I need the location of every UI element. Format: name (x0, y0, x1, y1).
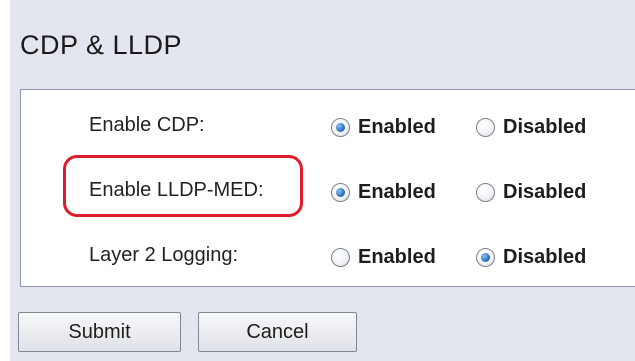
cdp-disabled-label[interactable]: Disabled (503, 116, 586, 139)
cdp-disabled-radio[interactable] (476, 117, 495, 137)
lldp-med-highlight-callout (63, 155, 303, 217)
setting-row-cdp: Enable CDP: Enabled Disabled (21, 106, 635, 146)
lldp-med-disabled-label[interactable]: Disabled (503, 181, 586, 204)
layer2-logging-disabled-option[interactable]: Disabled (476, 243, 586, 271)
setting-label-layer2-logging: Layer 2 Logging: (89, 244, 239, 266)
submit-button[interactable]: Submit (18, 312, 181, 352)
settings-page: CDP & LLDP Enable CDP: Enabled Disabled … (10, 0, 635, 361)
cancel-button[interactable]: Cancel (198, 312, 357, 352)
lldp-med-disabled-radio[interactable] (476, 182, 495, 202)
cdp-enabled-label[interactable]: Enabled (358, 116, 436, 139)
cdp-disabled-option[interactable]: Disabled (476, 113, 586, 141)
layer2-logging-enabled-label[interactable]: Enabled (358, 246, 436, 269)
lldp-med-enabled-option[interactable]: Enabled (331, 178, 436, 206)
page-title: CDP & LLDP (20, 30, 183, 60)
setting-label-cdp: Enable CDP: (89, 114, 205, 136)
cdp-enabled-radio[interactable] (331, 117, 350, 137)
setting-row-layer2-logging: Layer 2 Logging: Enabled Disabled (21, 236, 635, 276)
lldp-med-enabled-radio[interactable] (331, 182, 350, 202)
lldp-med-disabled-option[interactable]: Disabled (476, 178, 586, 206)
layer2-logging-disabled-label[interactable]: Disabled (503, 246, 586, 269)
lldp-med-enabled-label[interactable]: Enabled (358, 181, 436, 204)
cdp-enabled-option[interactable]: Enabled (331, 113, 436, 141)
layer2-logging-disabled-radio[interactable] (476, 247, 495, 267)
layer2-logging-enabled-option[interactable]: Enabled (331, 243, 436, 271)
layer2-logging-enabled-radio[interactable] (331, 247, 350, 267)
